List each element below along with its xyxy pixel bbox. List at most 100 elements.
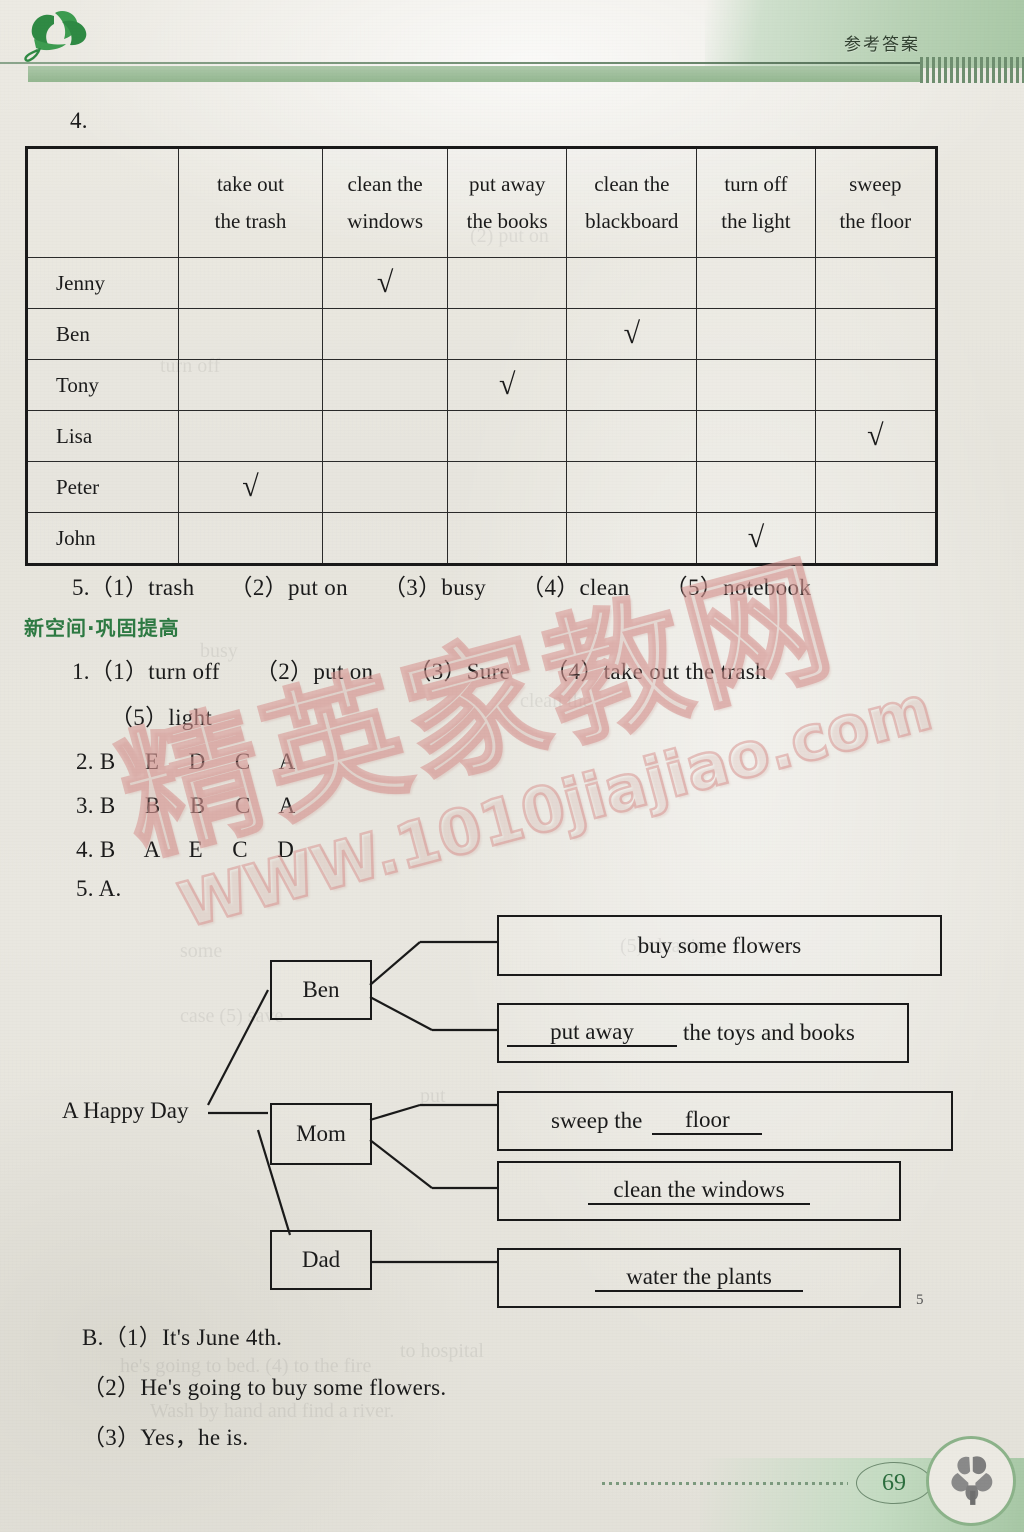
table-cell-student-name: Ben	[26, 308, 179, 360]
header-band	[28, 66, 920, 82]
table-cell-chore-mark[interactable]	[696, 359, 816, 411]
new-item-5: 5. A.	[76, 876, 122, 901]
diagram-node-mom-label: Mom	[296, 1121, 346, 1146]
table-cell-chore-mark[interactable]	[447, 410, 568, 462]
table-row: Lisa √	[26, 410, 938, 462]
table-cell-chore-mark[interactable]	[566, 512, 698, 565]
table-cell-student-name: Lisa	[26, 410, 179, 462]
check-mark-icon: √	[498, 368, 516, 401]
table-cell-chore-mark[interactable]: √	[447, 359, 568, 411]
page-number: 69	[856, 1462, 932, 1504]
table-cell-chore-mark[interactable]	[566, 461, 698, 513]
table-cell-chore-mark[interactable]	[814, 308, 938, 360]
action-blank-filled[interactable]: floor	[652, 1107, 763, 1135]
part-b-line-1: B.（1）It's June 4th.	[82, 1325, 283, 1350]
table-col-put-away-the-books: put away the books	[447, 147, 568, 258]
diagram-action-sweep-the-floor[interactable]: sweep the floor	[497, 1091, 953, 1151]
diagram-action-water-the-plants[interactable]: water the plants	[497, 1248, 901, 1308]
table-cell-chore-mark[interactable]	[696, 410, 816, 462]
table-cell-chore-mark[interactable]	[814, 257, 938, 309]
table-cell-chore-mark[interactable]	[322, 359, 449, 411]
action-text: the toys and books	[683, 1020, 855, 1045]
table-cell-chore-mark[interactable]	[177, 359, 324, 411]
table-cell-chore-mark[interactable]	[177, 308, 324, 360]
table-corner-cell	[26, 147, 179, 258]
flower-badge-icon	[926, 1436, 1016, 1526]
table-cell-chore-mark[interactable]	[814, 461, 938, 513]
table-cell-chore-mark[interactable]	[566, 257, 698, 309]
table-col-turn-off-the-light: turn off the light	[696, 147, 816, 258]
action-blank-filled[interactable]: put away	[507, 1019, 677, 1047]
part-b-line-2: （2）He's going to buy some flowers.	[82, 1375, 447, 1400]
action-blank-filled[interactable]: water the plants	[595, 1264, 803, 1292]
table-cell-chore-mark[interactable]: √	[566, 308, 698, 360]
table-cell-chore-mark[interactable]: √	[814, 410, 938, 462]
action-blank-filled[interactable]: clean the windows	[588, 1177, 810, 1205]
table-cell-chore-mark[interactable]	[566, 359, 698, 411]
table-cell-chore-mark[interactable]	[322, 461, 449, 513]
check-mark-icon: √	[623, 317, 641, 350]
table-row: Jenny √	[26, 257, 938, 309]
table-cell-chore-mark[interactable]	[322, 512, 449, 565]
table-cell-chore-mark[interactable]	[696, 257, 816, 309]
check-mark-icon: √	[867, 419, 884, 452]
new-item-3: 3. B B B C A	[76, 793, 296, 818]
table-cell-chore-mark[interactable]	[322, 410, 449, 462]
exercise-5-answers: 5.（1）trash （2）put on （3）busy （4）clean （5…	[72, 575, 812, 600]
diagram-action-put-away-toys-books[interactable]: put away the toys and books	[497, 1003, 909, 1063]
table-col-sweep-the-floor: sweep the floor	[814, 147, 938, 258]
diagram-node-mom[interactable]: Mom	[270, 1103, 372, 1165]
table-row: John √	[26, 512, 938, 565]
table-cell-chore-mark[interactable]: √	[696, 512, 816, 565]
table-row: Ben √	[26, 308, 938, 360]
action-prefix: sweep the	[551, 1108, 643, 1133]
section-heading: 新空间·巩固提高	[24, 616, 180, 640]
chores-table: take out the trash clean the windows put…	[25, 146, 938, 566]
diagram-action-clean-the-windows[interactable]: clean the windows	[497, 1161, 901, 1221]
diagram-root-label: A Happy Day	[62, 1098, 189, 1123]
ginkgo-leaf-icon	[24, 11, 87, 62]
diagram-node-ben-label: Ben	[302, 977, 340, 1002]
exercise-4-number: 4.	[70, 108, 88, 133]
diagram-node-dad[interactable]: Dad	[270, 1230, 372, 1290]
table-cell-chore-mark[interactable]	[814, 512, 938, 565]
table-cell-chore-mark[interactable]	[447, 461, 568, 513]
diagram-node-ben[interactable]: Ben	[270, 960, 372, 1020]
table-header-row: take out the trash clean the windows put…	[26, 147, 938, 258]
table-row: Tony √	[26, 359, 938, 411]
table-cell-chore-mark[interactable]	[177, 410, 324, 462]
footer-dotted-rule	[602, 1482, 848, 1485]
new-item-1-line-1: 1.（1）turn off （2）put on （3）Sure （4）take …	[72, 659, 767, 684]
header-title: 参考答案	[844, 35, 920, 55]
table-cell-chore-mark[interactable]	[566, 410, 698, 462]
table-col-clean-the-windows: clean the windows	[322, 147, 449, 258]
new-item-2: 2. B E D C A	[76, 749, 296, 774]
table-cell-student-name: Tony	[26, 359, 179, 411]
check-mark-icon: √	[747, 521, 765, 554]
table-row: Peter √	[26, 461, 938, 513]
table-cell-student-name: Jenny	[26, 257, 179, 309]
table-cell-chore-mark[interactable]	[447, 257, 568, 309]
table-cell-chore-mark[interactable]: √	[177, 461, 324, 513]
new-item-1-line-2: （5）light	[110, 705, 213, 730]
diagram-node-dad-label: Dad	[301, 1247, 341, 1272]
table-cell-chore-mark[interactable]	[696, 308, 816, 360]
table-cell-chore-mark[interactable]	[177, 257, 324, 309]
table-cell-chore-mark[interactable]	[447, 512, 568, 565]
table-cell-chore-mark[interactable]	[177, 512, 324, 565]
table-cell-student-name: Peter	[26, 461, 179, 513]
margin-mark: 5	[916, 1292, 924, 1308]
diagram-action-buy-some-flowers[interactable]: buy some flowers	[497, 915, 942, 976]
table-cell-chore-mark[interactable]	[696, 461, 816, 513]
table-body: Jenny √ Ben √ Tony √ Lisa √ Peter √ John √	[26, 257, 938, 565]
check-mark-icon: √	[376, 266, 394, 299]
new-item-4: 4. B A E C D	[76, 837, 295, 862]
table-col-take-out-the-trash: take out the trash	[177, 147, 324, 258]
check-mark-icon: √	[242, 470, 259, 503]
table-cell-chore-mark[interactable]: √	[322, 257, 449, 309]
table-cell-student-name: John	[26, 512, 179, 565]
table-cell-chore-mark[interactable]	[814, 359, 938, 411]
header-stripe-decoration	[920, 57, 1024, 83]
table-cell-chore-mark[interactable]	[447, 308, 568, 360]
table-cell-chore-mark[interactable]	[322, 308, 449, 360]
